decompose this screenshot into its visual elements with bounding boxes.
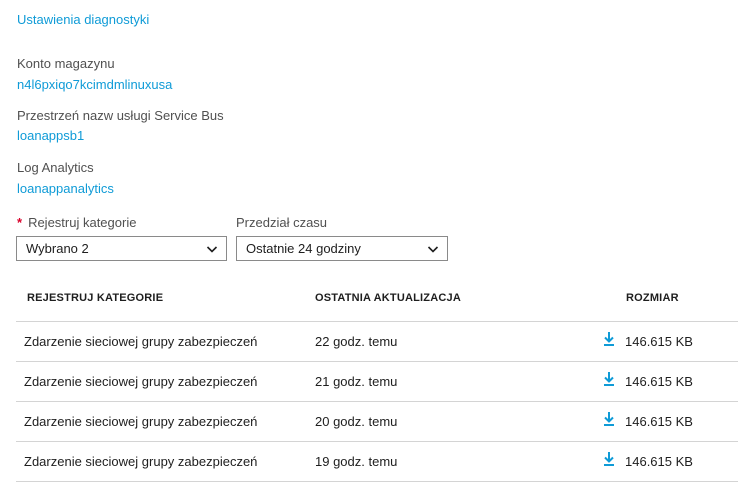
row-size: 146.615 KB	[625, 414, 693, 429]
log-analytics-label: Log Analytics	[17, 160, 94, 175]
chevron-down-icon	[206, 246, 218, 253]
category-filter-label: * Rejestruj kategorie	[17, 215, 136, 230]
storage-account-link[interactable]: n4l6pxiqo7kcimdmlinuxusa	[17, 77, 172, 92]
column-header-category[interactable]: REJESTRUJ KATEGORIE	[27, 292, 163, 304]
table-row: Zdarzenie sieciowej grupy zabezpieczeń 1…	[16, 442, 738, 481]
storage-account-label: Konto magazynu	[17, 56, 115, 71]
row-size: 146.615 KB	[625, 454, 693, 469]
row-category: Zdarzenie sieciowej grupy zabezpieczeń	[24, 414, 258, 429]
row-category: Zdarzenie sieciowej grupy zabezpieczeń	[24, 334, 258, 349]
servicebus-namespace-link[interactable]: loanappsb1	[17, 128, 84, 143]
download-icon[interactable]	[602, 371, 616, 387]
download-icon[interactable]	[602, 411, 616, 427]
row-last-updated: 22 godz. temu	[315, 334, 398, 349]
time-range-label: Przedział czasu	[236, 215, 328, 230]
table-row: Zdarzenie sieciowej grupy zabezpieczeń 2…	[16, 322, 738, 361]
row-last-updated: 19 godz. temu	[315, 454, 398, 469]
table-row: Zdarzenie sieciowej grupy zabezpieczeń 2…	[16, 362, 738, 401]
download-icon[interactable]	[602, 451, 616, 467]
row-last-updated: 21 godz. temu	[315, 374, 398, 389]
row-size: 146.615 KB	[625, 374, 693, 389]
diagnostic-settings-link[interactable]: Ustawienia diagnostyki	[17, 12, 149, 27]
required-marker: *	[17, 215, 23, 230]
log-analytics-link[interactable]: loanappanalytics	[17, 181, 114, 196]
chevron-down-icon	[427, 246, 439, 253]
row-divider	[16, 481, 738, 482]
row-last-updated: 20 godz. temu	[315, 414, 398, 429]
category-select[interactable]: Wybrano 2	[16, 236, 227, 261]
column-header-size[interactable]: ROZMIAR	[626, 292, 679, 304]
column-header-last-updated[interactable]: OSTATNIA AKTUALIZACJA	[315, 292, 461, 304]
row-size: 146.615 KB	[625, 334, 693, 349]
table-row: Zdarzenie sieciowej grupy zabezpieczeń 2…	[16, 402, 738, 441]
row-category: Zdarzenie sieciowej grupy zabezpieczeń	[24, 454, 258, 469]
category-select-value: Wybrano 2	[26, 241, 89, 256]
servicebus-namespace-label: Przestrzeń nazw usługi Service Bus	[17, 108, 224, 123]
row-category: Zdarzenie sieciowej grupy zabezpieczeń	[24, 374, 258, 389]
category-filter-label-text: Rejestruj kategorie	[28, 215, 137, 230]
download-icon[interactable]	[602, 331, 616, 347]
time-range-select[interactable]: Ostatnie 24 godziny	[236, 236, 448, 261]
time-range-select-value: Ostatnie 24 godziny	[246, 241, 361, 256]
